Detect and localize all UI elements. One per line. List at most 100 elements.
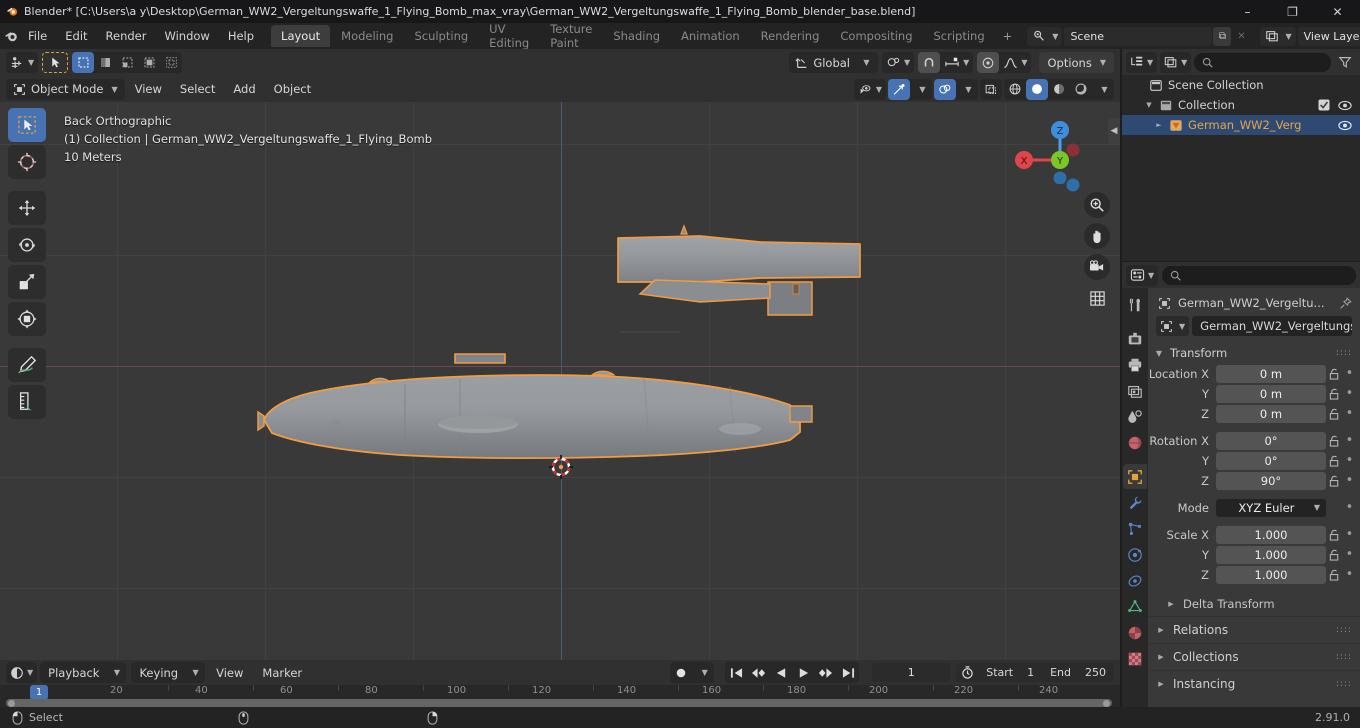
tool-measure-button[interactable]	[8, 385, 46, 419]
current-frame-field[interactable]: 1	[872, 663, 951, 682]
shading-wireframe-button[interactable]	[1004, 79, 1026, 100]
animate-location-x-icon[interactable]: •	[1343, 366, 1356, 381]
outliner-display-mode-dropdown[interactable]: ▼	[1160, 51, 1192, 73]
gizmo-minus-y-dot[interactable]	[1066, 178, 1080, 192]
animate-rotation-x-icon[interactable]: •	[1343, 433, 1356, 448]
tab-sculpting[interactable]: Sculpting	[404, 25, 478, 47]
pan-hand-icon[interactable]	[1084, 223, 1110, 249]
menu-window[interactable]: Window	[155, 26, 218, 46]
blender-menu-logo-icon[interactable]	[4, 29, 19, 44]
drag-handle-dots[interactable]: ::::	[1336, 625, 1352, 635]
drag-handle-dots[interactable]: ::::	[1336, 679, 1352, 689]
rotation-y-field[interactable]: 0°	[1216, 451, 1326, 470]
show-overlays-toggle[interactable]	[934, 78, 956, 100]
properties-tab-world[interactable]	[1123, 430, 1147, 455]
tab-add-workspace[interactable]: +	[996, 25, 1020, 47]
timeline-playhead[interactable]: 1	[30, 685, 48, 700]
select-difference-button[interactable]	[160, 52, 182, 73]
eye-icon[interactable]	[1338, 100, 1352, 111]
properties-tab-output[interactable]	[1123, 352, 1147, 377]
zoom-icon[interactable]	[1084, 192, 1110, 218]
properties-tab-material[interactable]	[1123, 620, 1147, 645]
animate-scale-y-icon[interactable]: •	[1343, 547, 1356, 562]
shading-options-dropdown[interactable]: ▼	[1092, 79, 1114, 100]
shading-rendered-button[interactable]	[1070, 79, 1092, 100]
properties-tab-render[interactable]	[1123, 326, 1147, 351]
tab-scripting[interactable]: Scripting	[924, 25, 995, 47]
menu-edit[interactable]: Edit	[56, 26, 96, 46]
lock-rotation-z-icon[interactable]	[1326, 475, 1343, 487]
viewport-options-dropdown[interactable]: Options ▼	[1039, 52, 1114, 73]
tab-animation[interactable]: Animation	[671, 25, 750, 47]
expand-triangle-icon[interactable]: ▼	[1144, 101, 1154, 109]
interaction-mode-dropdown[interactable]: Object Mode ▼	[6, 78, 125, 100]
camera-view-icon[interactable]	[1084, 254, 1110, 280]
rotation-mode-dropdown[interactable]: XYZ Euler ▼	[1216, 498, 1326, 517]
auto-keyframe-options-dropdown[interactable]: ▼	[692, 662, 714, 683]
gizmo-minus-z-dot[interactable]	[1066, 143, 1080, 157]
timeline-track[interactable]: 20 40 60 80 100 120 140 160 180 200 220 …	[0, 685, 1120, 707]
animate-location-z-icon[interactable]: •	[1343, 406, 1356, 421]
play-reverse-icon[interactable]	[770, 662, 792, 683]
tool-rotate-button[interactable]	[8, 228, 46, 262]
timeline-horizontal-scrollbar[interactable]	[6, 699, 1112, 707]
drag-handle-dots[interactable]: ::::	[1336, 348, 1352, 358]
timeline-editor-type-selector[interactable]: ▼	[6, 662, 38, 683]
properties-tab-particles[interactable]	[1123, 516, 1147, 541]
show-gizmo-toggle[interactable]	[888, 78, 910, 100]
proportional-edit-toggle[interactable]	[977, 52, 1000, 73]
viewport-menu-select[interactable]: Select	[172, 79, 223, 100]
timeline-icon[interactable]: ▼	[6, 662, 37, 683]
lock-rotation-y-icon[interactable]	[1326, 455, 1343, 467]
tool-scale-button[interactable]	[8, 265, 46, 299]
sidebar-toggle-arrow[interactable]: ◀	[1108, 118, 1120, 144]
lock-scale-x-icon[interactable]	[1326, 529, 1343, 541]
lock-location-x-icon[interactable]	[1326, 368, 1343, 380]
view-layer-display-icon[interactable]: ▼	[1160, 52, 1191, 73]
animate-rotation-z-icon[interactable]: •	[1343, 473, 1356, 488]
3d-viewport[interactable]: Back Orthographic (1) Collection | Germa…	[0, 102, 1120, 660]
relations-panel-header[interactable]: ▶ Relations ::::	[1148, 616, 1360, 643]
shading-material-preview-button[interactable]	[1048, 79, 1070, 100]
tab-modeling[interactable]: Modeling	[331, 25, 403, 47]
auto-keyframe-record-icon[interactable]	[670, 662, 692, 683]
animate-location-y-icon[interactable]: •	[1343, 386, 1356, 401]
tab-layout[interactable]: Layout	[271, 25, 331, 47]
proportional-falloff-dropdown[interactable]: ▼	[999, 52, 1031, 73]
lock-location-z-icon[interactable]	[1326, 408, 1343, 420]
view-layer-browse-button[interactable]: ▼	[1260, 26, 1296, 46]
animate-rotation-mode-icon[interactable]: •	[1343, 500, 1356, 515]
visibility-dropdown[interactable]: ▼	[853, 78, 886, 100]
unlink-scene-button[interactable]: ✕	[1232, 27, 1250, 46]
tab-rendering[interactable]: Rendering	[751, 25, 830, 47]
flying-bomb-mesh[interactable]	[0, 102, 1120, 660]
pin-icon[interactable]	[1339, 296, 1352, 310]
tool-annotate-button[interactable]	[8, 348, 46, 382]
rotation-z-field[interactable]: 90°	[1216, 471, 1326, 490]
pivot-icon[interactable]: ▼	[882, 52, 914, 73]
properties-tab-tool[interactable]	[1123, 292, 1147, 317]
lock-rotation-x-icon[interactable]	[1326, 435, 1343, 447]
snap-magnet-toggle[interactable]	[918, 52, 941, 73]
play-icon[interactable]	[792, 662, 814, 683]
scale-x-field[interactable]: 1.000	[1216, 525, 1326, 544]
animate-scale-x-icon[interactable]: •	[1343, 527, 1356, 542]
properties-tab-modifiers[interactable]	[1123, 490, 1147, 515]
properties-editor-type-selector[interactable]: ▼	[1126, 264, 1159, 286]
properties-tab-view-layer[interactable]	[1123, 378, 1147, 403]
object-name-field[interactable]: German_WW2_Vergeltungs...	[1192, 316, 1352, 336]
viewport-menu-view[interactable]: View	[127, 79, 170, 100]
properties-tab-texture[interactable]	[1123, 646, 1147, 671]
overlays-options-dropdown[interactable]: ▼	[956, 79, 978, 100]
close-button[interactable]: ✕	[1315, 0, 1360, 23]
toggle-orthographic-icon[interactable]	[1084, 285, 1110, 311]
timeline-menu-playback[interactable]: Playback	[40, 662, 108, 683]
minimize-button[interactable]: –	[1225, 0, 1270, 23]
timeline-menu-keying[interactable]: Keying	[131, 662, 187, 683]
rotation-x-field[interactable]: 0°	[1216, 431, 1326, 450]
location-y-field[interactable]: 0 m	[1216, 384, 1326, 403]
properties-tab-object[interactable]	[1123, 464, 1147, 489]
scene-name-field[interactable]: Scene	[1064, 26, 1213, 46]
checkbox-checked-icon[interactable]	[1318, 99, 1330, 111]
next-keyframe-icon[interactable]	[814, 662, 837, 683]
